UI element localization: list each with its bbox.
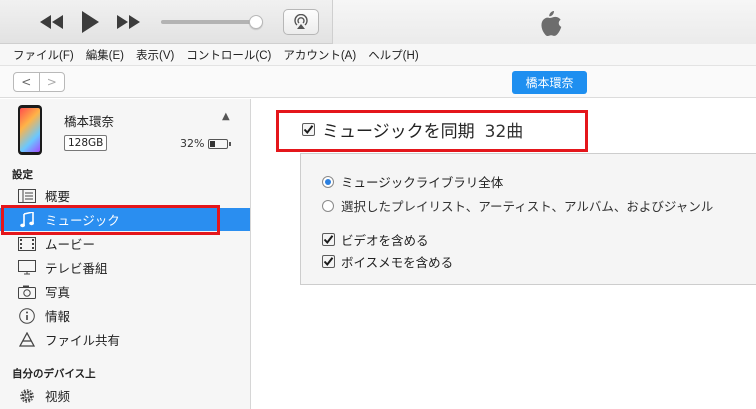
airplay-button[interactable] [283,9,319,35]
checkmark-icon [323,257,334,267]
summary-icon [17,187,37,205]
iphone-icon [18,105,42,155]
battery-percent: 32% [180,137,205,150]
apple-logo-icon [541,11,562,37]
menu-help[interactable]: ヘルプ(H) [368,47,418,63]
option-selected[interactable]: 選択したプレイリスト、アーティスト、アルバム、およびジャンル [322,196,713,215]
sidebar-item-info[interactable]: 情報 [0,304,250,327]
sync-music-label: ミュージックを同期 [322,122,475,142]
sidebar-item-label: ミュージック [45,213,120,228]
tv-icon [17,259,37,277]
volume-slider[interactable] [161,15,263,29]
rewind-icon [40,15,63,29]
status-display [332,0,756,44]
sync-music-row[interactable]: ミュージックを同期 32曲 [302,117,523,142]
sync-music-checkbox[interactable] [302,123,315,136]
sidebar-item-label: 写真 [45,285,71,300]
menu-account[interactable]: アカウント(A) [283,47,356,63]
sidebar-item-tv-shows[interactable]: テレビ番組 [0,256,250,279]
option-include-voice-memos[interactable]: ボイスメモを含める [322,252,453,271]
menu-view[interactable]: 表示(V) [136,47,174,63]
play-icon [82,11,99,33]
include-videos-checkbox[interactable] [322,233,335,246]
camera-icon [17,283,37,301]
play-button[interactable] [76,9,104,35]
player-bar [0,0,756,44]
volume-knob[interactable] [249,15,263,29]
sidebar-item-music[interactable]: ミュージック [0,208,250,231]
history-buttons: < > [13,72,65,92]
fast-forward-icon [117,15,140,29]
option-entire-library[interactable]: ミュージックライブラリ全体 [322,172,503,191]
back-button[interactable]: < [14,73,39,91]
rewind-button[interactable] [38,9,66,35]
info-icon [17,307,37,325]
sidebar-item-label: ムービー [45,237,96,252]
checkmark-icon [323,235,334,245]
sidebar-item-label: 概要 [45,189,71,204]
forward-button[interactable]: > [38,73,65,91]
menu-edit[interactable]: 編集(E) [86,47,124,63]
menu-controls[interactable]: コントロール(C) [186,47,271,63]
device-name: 橋本環奈 [64,114,115,129]
entire-library-label: ミュージックライブラリ全体 [341,175,504,190]
sidebar: 橋本環奈 ▲ 128GB 32% 設定 概要 ミュージック ムービー テレビ番組 [0,99,251,409]
sidebar-item-photos[interactable]: 写真 [0,280,250,303]
airplay-icon [294,14,308,29]
include-voice-memos-checkbox[interactable] [322,255,335,268]
on-device-header: 自分のデバイス上 [12,368,96,380]
file-sharing-icon [17,331,37,349]
sidebar-item-movies[interactable]: ムービー [0,232,250,255]
selected-radio[interactable] [322,199,334,212]
menu-bar: ファイル(F) 編集(E) 表示(V) コントロール(C) アカウント(A) ヘ… [0,44,756,66]
fast-forward-button[interactable] [114,9,142,35]
menu-file[interactable]: ファイル(F) [13,47,74,63]
movie-icon [17,235,37,253]
music-note-icon [17,211,37,229]
song-count: 32曲 [484,122,524,142]
sync-options-panel: ミュージックライブラリ全体 選択したプレイリスト、アーティスト、アルバム、および… [300,153,756,285]
sidebar-item-file-sharing[interactable]: ファイル共有 [0,328,250,351]
sidebar-item-label: テレビ番組 [45,261,108,276]
include-videos-label: ビデオを含める [341,233,429,248]
gear-icon [17,387,37,405]
sidebar-item-label: 情報 [45,309,71,324]
checkmark-icon [303,125,314,135]
sidebar-item-label: ファイル共有 [45,333,121,348]
device-button[interactable]: 橋本環奈 [512,71,587,94]
navigation-bar: < > 橋本環奈 [0,66,756,98]
selected-label: 選択したプレイリスト、アーティスト、アルバム、およびジャンル [341,199,714,214]
option-include-videos[interactable]: ビデオを含める [322,230,429,249]
sidebar-item-label: 视频 [45,389,71,404]
eject-icon[interactable]: ▲ [222,111,230,122]
battery-status: 32% [180,137,232,150]
sidebar-item-summary[interactable]: 概要 [0,184,250,207]
main-panel: ミュージックを同期 32曲 ミュージックライブラリ全体 選択したプレイリスト、ア… [252,99,756,409]
sidebar-item-videos[interactable]: 视频 [0,384,250,407]
capacity-badge: 128GB [64,135,108,151]
battery-icon [208,138,229,149]
settings-header: 設定 [12,169,33,181]
include-voice-memos-label: ボイスメモを含める [341,255,454,270]
entire-library-radio[interactable] [322,175,334,188]
